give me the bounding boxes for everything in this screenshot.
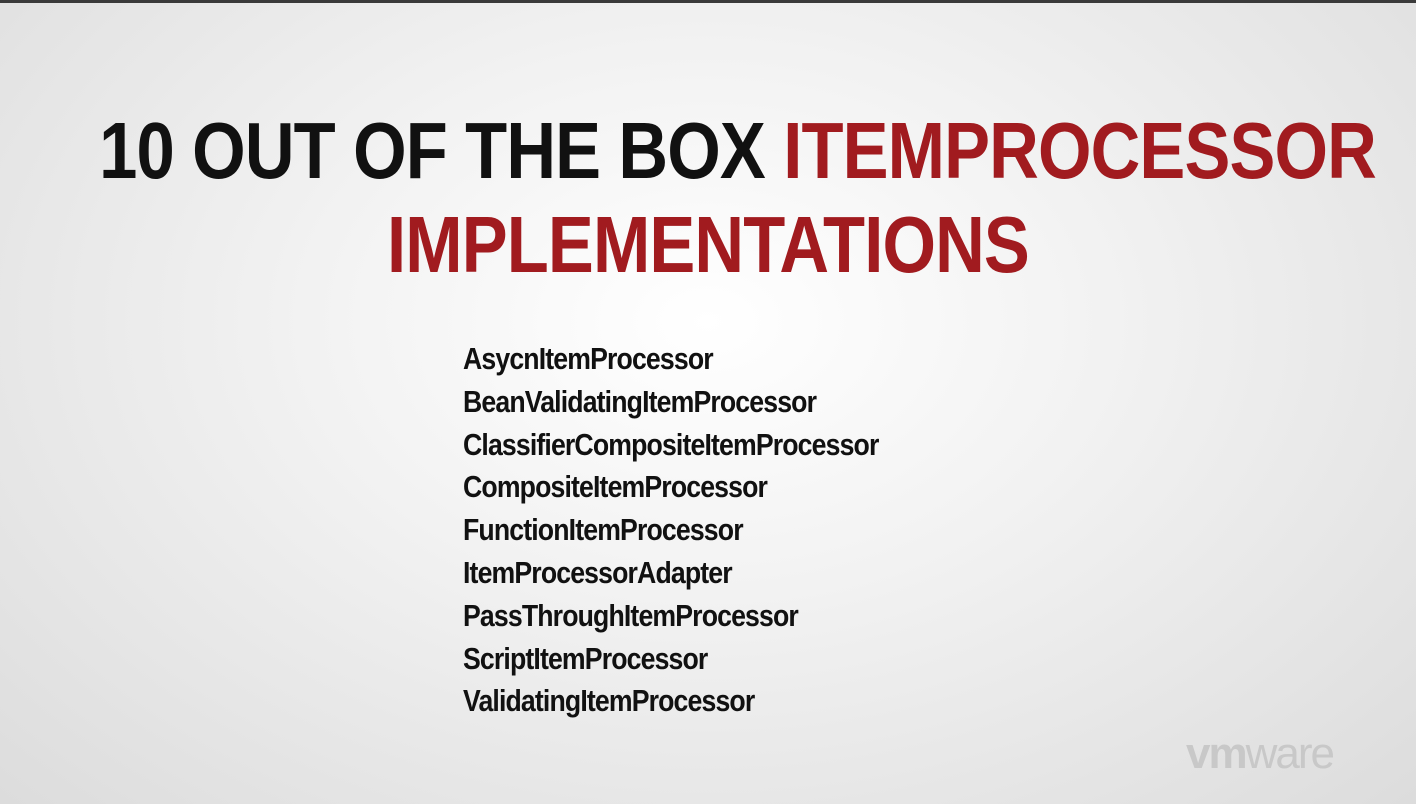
logo-ware-text: ware xyxy=(1245,729,1335,778)
list-item: FunctionItemProcessor xyxy=(463,512,744,548)
slide-title: 10 OUT OF THE BOX ITEMPROCESSOR IMPLEMEN… xyxy=(99,104,1377,292)
list-item: ItemProcessorAdapter xyxy=(463,554,733,590)
list-item: ValidatingItemProcessor xyxy=(463,683,755,719)
implementation-list: AsycnItemProcessor BeanValidatingItemPro… xyxy=(463,338,946,723)
title-dark-text: 10 OUT OF THE BOX xyxy=(99,106,784,195)
list-item: PassThroughItemProcessor xyxy=(463,597,799,633)
list-item: ClassifierCompositeItemProcessor xyxy=(463,426,879,462)
logo-vm-text: vm xyxy=(1186,729,1248,778)
list-item: AsycnItemProcessor xyxy=(463,341,714,376)
list-item: ScriptItemProcessor xyxy=(463,640,708,676)
list-item: CompositeItemProcessor xyxy=(463,469,768,505)
list-item: BeanValidatingItemProcessor xyxy=(463,383,817,419)
title-line-1: 10 OUT OF THE BOX ITEMPROCESSOR xyxy=(99,104,1377,198)
slide: 10 OUT OF THE BOX ITEMPROCESSOR IMPLEMEN… xyxy=(0,0,1416,804)
title-accent-text: ITEMPROCESSOR xyxy=(783,106,1377,195)
title-line-2: IMPLEMENTATIONS xyxy=(387,200,1030,289)
vmware-logo: vmware xyxy=(1186,724,1335,784)
top-border xyxy=(0,0,1416,3)
